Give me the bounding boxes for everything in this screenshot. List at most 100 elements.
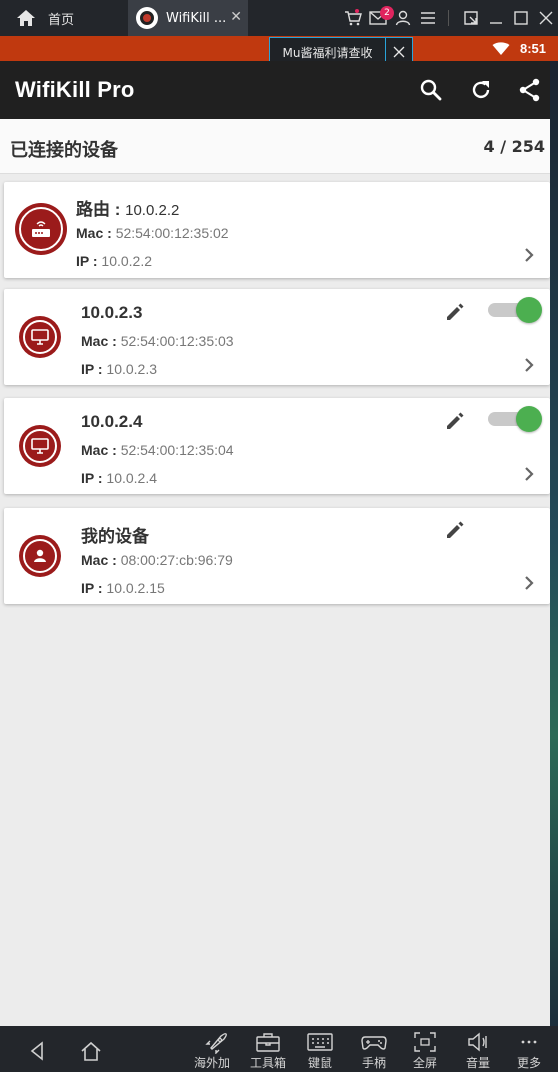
section-title: 已连接的设备 — [10, 140, 118, 161]
back-icon[interactable] — [27, 1040, 49, 1062]
tool-label: 键鼠 — [307, 1056, 332, 1070]
edit-pencil-icon[interactable] — [444, 410, 466, 432]
toolbar-divider — [440, 0, 458, 36]
wifi-icon — [492, 41, 510, 55]
ip-label: IP : — [81, 361, 107, 377]
tool-label: 工具箱 — [249, 1056, 286, 1070]
mac-value: 52:54:00:12:35:02 — [115, 225, 229, 241]
device-card[interactable]: 10.0.2.4 Mac : 52:54:00:12:35:04 IP : 10… — [4, 398, 550, 494]
ip-value: 10.0.2.15 — [106, 580, 165, 596]
device-title-value: 10.0.2.2 — [125, 202, 180, 219]
shrink-window-icon[interactable] — [458, 0, 483, 36]
tab-close-icon[interactable]: ✕ — [230, 9, 242, 25]
device-ip: IP : 10.0.2.3 — [81, 361, 157, 377]
tool-label: 音量 — [465, 1056, 490, 1070]
toolbox-icon — [256, 1033, 280, 1052]
ip-value: 10.0.2.4 — [106, 470, 158, 486]
minimize-icon[interactable] — [483, 0, 508, 36]
more-icon — [521, 1040, 537, 1044]
mac-value: 52:54:00:12:35:04 — [120, 442, 234, 458]
device-card[interactable]: 10.0.2.3 Mac : 52:54:00:12:35:03 IP : 10… — [4, 289, 550, 385]
device-title: 10.0.2.3 — [81, 303, 143, 322]
device-ip: IP : 10.0.2.4 — [81, 470, 157, 486]
app-tab[interactable]: WifiKill ... ✕ — [128, 0, 248, 36]
device-card-my-device[interactable]: 我的设备 Mac : 08:00:27:cb:96:79 IP : 10.0.2… — [4, 508, 550, 604]
router-icon — [15, 203, 67, 255]
tool-fullscreen[interactable]: 全屏 — [403, 1030, 447, 1071]
tool-accelerate[interactable]: 海外加速 — [194, 1030, 238, 1072]
cart-icon[interactable] — [340, 0, 365, 36]
mac-value: 52:54:00:12:35:03 — [120, 333, 234, 349]
desktop-edge — [550, 36, 558, 1026]
app-tab-label: WifiKill ... — [166, 10, 227, 26]
home-tab-label: 首页 — [48, 12, 75, 28]
block-toggle[interactable] — [486, 297, 542, 323]
device-title: 10.0.2.4 — [81, 412, 143, 431]
monitor-icon — [19, 425, 61, 467]
tool-label: 全屏 — [412, 1056, 437, 1070]
mac-label: Mac : — [81, 442, 121, 458]
menu-icon[interactable] — [415, 0, 440, 36]
mail-icon[interactable]: 2 — [365, 0, 394, 36]
share-icon[interactable] — [517, 77, 543, 103]
fullscreen-icon — [414, 1032, 436, 1052]
android-home-icon[interactable] — [80, 1040, 102, 1062]
status-time: 8:51 — [519, 41, 546, 56]
ip-label: IP : — [81, 580, 107, 596]
ip-value: 10.0.2.2 — [101, 253, 153, 269]
tool-toolbox[interactable]: 工具箱 — [246, 1030, 290, 1071]
tool-label: 手柄 — [361, 1056, 386, 1070]
tool-gamepad[interactable]: 手柄 — [352, 1030, 396, 1071]
refresh-icon[interactable] — [468, 77, 494, 103]
mac-label: Mac : — [76, 225, 116, 241]
device-title-label: 路由 : — [76, 200, 126, 219]
monitor-icon — [19, 316, 61, 358]
device-title: 路由 : 10.0.2.2 — [76, 195, 179, 220]
keyboard-icon — [307, 1033, 333, 1051]
device-mac: Mac : 52:54:00:12:35:03 — [81, 333, 234, 349]
tool-label: 更多 — [516, 1056, 541, 1070]
connected-devices-header: 已连接的设备 4 / 254 — [0, 119, 555, 174]
mac-label: Mac : — [81, 552, 121, 568]
tool-label: 海外加速 — [194, 1056, 231, 1070]
home-icon — [17, 10, 35, 26]
home-tab[interactable]: 首页 — [0, 0, 126, 36]
block-toggle[interactable] — [486, 406, 542, 432]
emulator-bottom-bar: 海外加速 工具箱 键鼠 手柄 全屏 音量 更多 — [0, 1026, 558, 1072]
device-card-router[interactable]: 路由 : 10.0.2.2 Mac : 52:54:00:12:35:02 IP… — [4, 182, 550, 278]
tool-volume[interactable]: 音量 — [456, 1030, 500, 1071]
chevron-right-icon[interactable] — [522, 465, 536, 483]
app-toolbar: WifiKill Pro — [0, 61, 558, 119]
device-title: 我的设备 — [81, 527, 149, 546]
promo-close-icon[interactable] — [386, 46, 412, 58]
close-window-icon[interactable] — [533, 0, 558, 36]
device-ip: IP : 10.0.2.2 — [76, 253, 152, 269]
chevron-right-icon[interactable] — [522, 246, 536, 264]
device-mac: Mac : 08:00:27:cb:96:79 — [81, 552, 233, 568]
person-icon — [19, 535, 61, 577]
wifikill-app-icon — [136, 7, 158, 29]
mac-value: 08:00:27:cb:96:79 — [120, 552, 233, 568]
emulator-title-bar: 首页 WifiKill ... ✕ 2 — [0, 0, 558, 36]
gamepad-icon — [361, 1036, 387, 1050]
maximize-icon[interactable] — [508, 0, 533, 36]
mac-label: Mac : — [81, 333, 121, 349]
device-ip: IP : 10.0.2.15 — [81, 580, 165, 596]
ip-label: IP : — [81, 470, 107, 486]
chevron-right-icon[interactable] — [522, 356, 536, 374]
ip-label: IP : — [76, 253, 102, 269]
volume-icon — [468, 1032, 487, 1052]
chevron-right-icon[interactable] — [522, 574, 536, 592]
ip-value: 10.0.2.3 — [106, 361, 158, 377]
device-count: 4 / 254 — [483, 137, 545, 156]
user-icon[interactable] — [390, 0, 415, 36]
edit-pencil-icon[interactable] — [444, 301, 466, 323]
device-mac: Mac : 52:54:00:12:35:02 — [76, 225, 229, 241]
device-mac: Mac : 52:54:00:12:35:04 — [81, 442, 234, 458]
app-title: WifiKill Pro — [15, 77, 135, 102]
tool-more[interactable]: 更多 — [507, 1030, 551, 1071]
search-icon[interactable] — [418, 77, 444, 103]
tool-keyboard[interactable]: 键鼠 — [298, 1030, 342, 1071]
rocket-icon — [205, 1033, 227, 1054]
edit-pencil-icon[interactable] — [444, 519, 466, 541]
